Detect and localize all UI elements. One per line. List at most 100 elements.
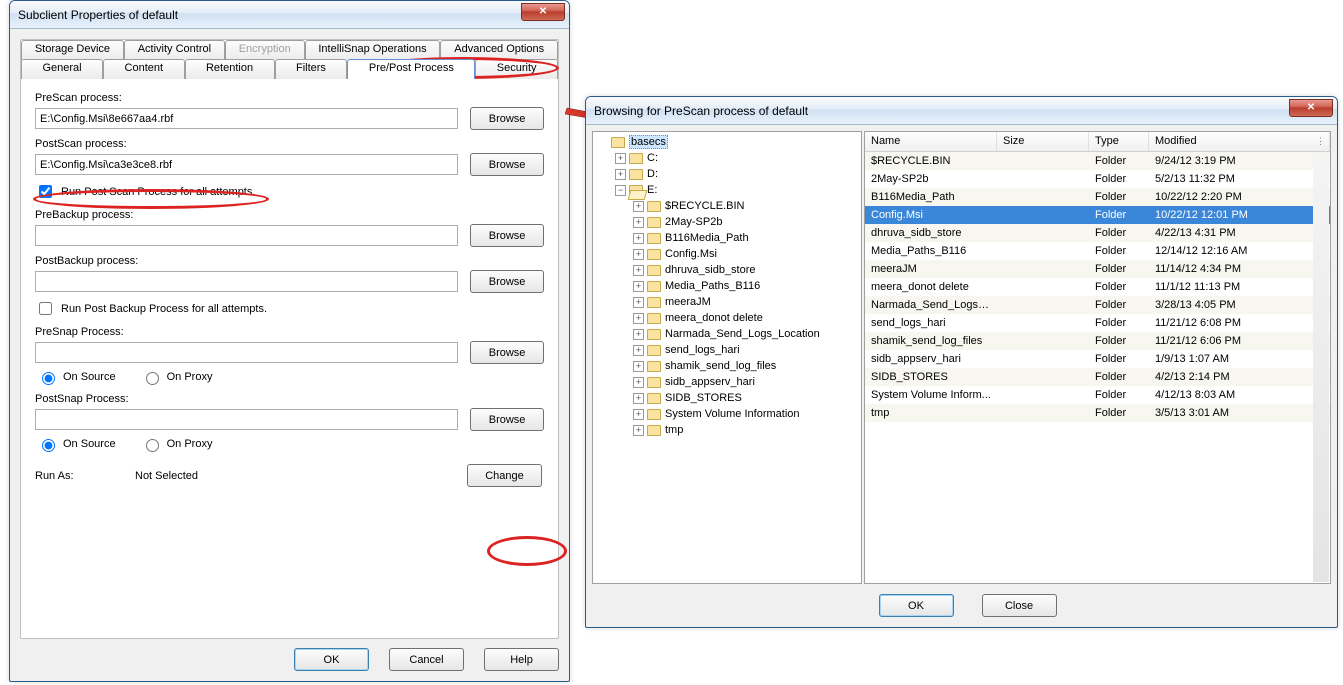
expand-icon[interactable]: + (633, 233, 644, 244)
tree-node[interactable]: +tmp (593, 422, 861, 438)
list-row[interactable]: sidb_appserv_hariFolder1/9/13 1:07 AM (865, 350, 1330, 368)
tree-node[interactable]: +Narmada_Send_Logs_Location (593, 326, 861, 342)
tab-encryption[interactable]: Encryption (225, 40, 305, 60)
tab-advanced-options[interactable]: Advanced Options (440, 40, 558, 60)
expand-icon[interactable]: + (633, 393, 644, 404)
cell-name: meeraJM (865, 262, 997, 276)
runas-change-button[interactable]: Change (467, 464, 542, 487)
close-icon[interactable]: ✕ (521, 3, 565, 21)
tab-content[interactable]: Content (103, 59, 184, 79)
col-name[interactable]: Name (865, 132, 997, 151)
folder-tree[interactable]: basecs+C:+D:−E:+$RECYCLE.BIN+2May-SP2b+B… (592, 131, 862, 584)
cell-type: Folder (1089, 388, 1149, 402)
list-row[interactable]: shamik_send_log_filesFolder11/21/12 6:06… (865, 332, 1330, 350)
list-row[interactable]: tmpFolder3/5/13 3:01 AM (865, 404, 1330, 422)
tree-node[interactable]: +SIDB_STORES (593, 390, 861, 406)
postbackup-input[interactable] (35, 271, 458, 292)
tree-node[interactable]: +shamik_send_log_files (593, 358, 861, 374)
list-row[interactable]: SIDB_STORESFolder4/2/13 2:14 PM (865, 368, 1330, 386)
col-type[interactable]: Type (1089, 132, 1149, 151)
prescan-browse-button[interactable]: Browse (470, 107, 544, 130)
expand-icon[interactable]: + (633, 201, 644, 212)
expand-icon[interactable]: + (633, 409, 644, 420)
postsnap-on-source-radio[interactable] (42, 439, 55, 452)
presnap-on-proxy-radio[interactable] (146, 372, 159, 385)
tree-node[interactable]: −E: (593, 182, 861, 198)
tree-node[interactable]: +$RECYCLE.BIN (593, 198, 861, 214)
col-size[interactable]: Size (997, 132, 1089, 151)
close-button[interactable]: Close (982, 594, 1057, 617)
ok-button[interactable]: OK (879, 594, 954, 617)
expand-icon[interactable]: + (633, 297, 644, 308)
expand-icon[interactable]: + (633, 281, 644, 292)
tab-pre-post-process[interactable]: Pre/Post Process (347, 59, 475, 79)
tab-intellisnap-operations[interactable]: IntelliSnap Operations (305, 40, 441, 60)
postsnap-browse-button[interactable]: Browse (470, 408, 544, 431)
ok-button[interactable]: OK (294, 648, 369, 671)
tree-node[interactable]: +sidb_appserv_hari (593, 374, 861, 390)
tree-node[interactable]: +C: (593, 150, 861, 166)
help-button[interactable]: Help (484, 648, 559, 671)
expand-icon[interactable]: + (633, 265, 644, 276)
postsnap-input[interactable] (35, 409, 458, 430)
prescan-input[interactable] (35, 108, 458, 129)
list-row[interactable]: send_logs_hariFolder11/21/12 6:08 PM (865, 314, 1330, 332)
expand-icon[interactable]: + (633, 377, 644, 388)
tab-security[interactable]: Security (475, 59, 558, 79)
tree-node[interactable]: +Config.Msi (593, 246, 861, 262)
postscan-all-attempts-checkbox[interactable] (39, 185, 52, 198)
expand-icon[interactable]: + (633, 217, 644, 228)
tab-storage-device[interactable]: Storage Device (21, 40, 124, 60)
tree-node[interactable]: +meera_donot delete (593, 310, 861, 326)
file-list-body[interactable]: $RECYCLE.BINFolder9/24/12 3:19 PM2May-SP… (865, 152, 1330, 583)
postbackup-browse-button[interactable]: Browse (470, 270, 544, 293)
list-row[interactable]: dhruva_sidb_storeFolder4/22/13 4:31 PM (865, 224, 1330, 242)
presnap-input[interactable] (35, 342, 458, 363)
scrollbar[interactable] (1313, 153, 1329, 582)
list-row[interactable]: Media_Paths_B116Folder12/14/12 12:16 AM (865, 242, 1330, 260)
cell-mod: 1/9/13 1:07 AM (1149, 352, 1330, 366)
expand-icon[interactable]: + (633, 345, 644, 356)
list-row[interactable]: B116Media_PathFolder10/22/12 2:20 PM (865, 188, 1330, 206)
list-row[interactable]: meeraJMFolder11/14/12 4:34 PM (865, 260, 1330, 278)
list-row[interactable]: $RECYCLE.BINFolder9/24/12 3:19 PM (865, 152, 1330, 170)
expand-icon[interactable]: + (633, 425, 644, 436)
expand-icon[interactable]: + (633, 249, 644, 260)
collapse-icon[interactable]: − (615, 185, 626, 196)
expand-icon[interactable]: + (633, 329, 644, 340)
list-row[interactable]: Narmada_Send_Logs_...Folder3/28/13 4:05 … (865, 296, 1330, 314)
tab-retention[interactable]: Retention (185, 59, 275, 79)
postscan-browse-button[interactable]: Browse (470, 153, 544, 176)
tree-node[interactable]: +meeraJM (593, 294, 861, 310)
presnap-on-source-radio[interactable] (42, 372, 55, 385)
col-modified[interactable]: Modified ⋮ (1149, 132, 1330, 151)
expand-icon[interactable]: + (633, 313, 644, 324)
presnap-browse-button[interactable]: Browse (470, 341, 544, 364)
tree-node[interactable]: +System Volume Information (593, 406, 861, 422)
postsnap-on-proxy-radio[interactable] (146, 439, 159, 452)
tree-node[interactable]: +B116Media_Path (593, 230, 861, 246)
tab-filters[interactable]: Filters (275, 59, 348, 79)
file-list-header[interactable]: Name Size Type Modified ⋮ (865, 132, 1330, 152)
tree-node[interactable]: +Media_Paths_B116 (593, 278, 861, 294)
close-icon[interactable]: ✕ (1289, 99, 1333, 117)
tab-activity-control[interactable]: Activity Control (124, 40, 225, 60)
postscan-input[interactable] (35, 154, 458, 175)
prebackup-input[interactable] (35, 225, 458, 246)
prebackup-browse-button[interactable]: Browse (470, 224, 544, 247)
list-row[interactable]: Config.MsiFolder10/22/12 12:01 PM (865, 206, 1330, 224)
list-row[interactable]: meera_donot deleteFolder11/1/12 11:13 PM (865, 278, 1330, 296)
tab-general[interactable]: General (21, 59, 103, 79)
tree-node[interactable]: basecs (593, 134, 861, 150)
expand-icon[interactable]: + (615, 153, 626, 164)
expand-icon[interactable]: + (633, 361, 644, 372)
tree-node[interactable]: +D: (593, 166, 861, 182)
tree-node[interactable]: +2May-SP2b (593, 214, 861, 230)
cancel-button[interactable]: Cancel (389, 648, 464, 671)
tree-node[interactable]: +send_logs_hari (593, 342, 861, 358)
tree-node[interactable]: +dhruva_sidb_store (593, 262, 861, 278)
postbackup-all-attempts-checkbox[interactable] (39, 302, 52, 315)
list-row[interactable]: System Volume Inform...Folder4/12/13 8:0… (865, 386, 1330, 404)
expand-icon[interactable]: + (615, 169, 626, 180)
list-row[interactable]: 2May-SP2bFolder5/2/13 11:32 PM (865, 170, 1330, 188)
